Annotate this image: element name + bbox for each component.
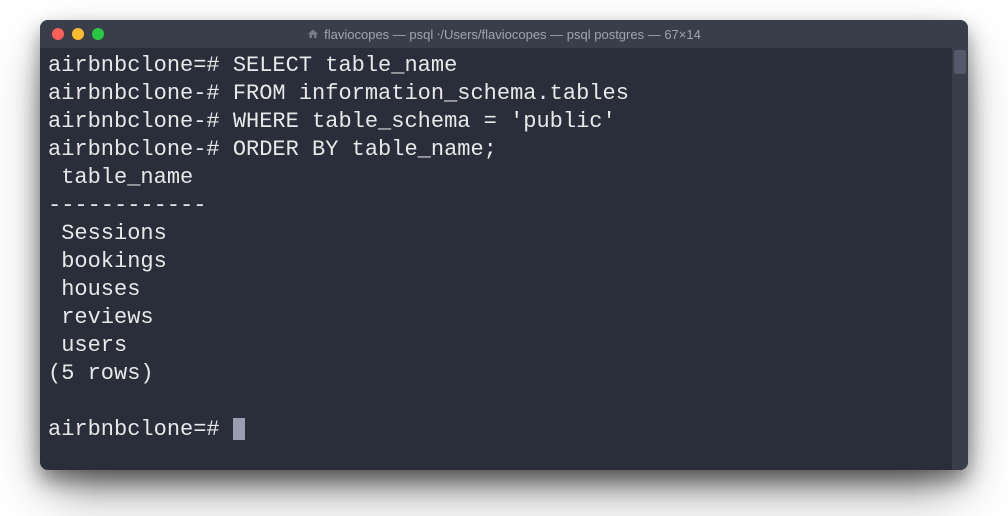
- terminal-line: airbnbclone-# ORDER BY table_name;: [48, 136, 960, 164]
- scrollbar-track[interactable]: [952, 48, 968, 470]
- maximize-button[interactable]: [92, 28, 104, 40]
- traffic-lights: [52, 28, 104, 40]
- titlebar[interactable]: flaviocopes — psql ⸱/Users/flaviocopes —…: [40, 20, 968, 48]
- terminal-line: table_name: [48, 164, 960, 192]
- terminal-line: Sessions: [48, 220, 960, 248]
- home-icon: [307, 28, 319, 40]
- terminal-line: airbnbclone=# SELECT table_name: [48, 52, 960, 80]
- terminal-output: airbnbclone=# SELECT table_nameairbnbclo…: [48, 52, 960, 444]
- cursor: [233, 418, 245, 440]
- terminal-line: airbnbclone-# FROM information_schema.ta…: [48, 80, 960, 108]
- terminal-line: reviews: [48, 304, 960, 332]
- terminal-line: airbnbclone=#: [48, 416, 960, 444]
- terminal-line: (5 rows): [48, 360, 960, 388]
- terminal-line: airbnbclone-# WHERE table_schema = 'publ…: [48, 108, 960, 136]
- window-title: flaviocopes — psql ⸱/Users/flaviocopes —…: [52, 25, 956, 43]
- terminal-line: [48, 388, 960, 416]
- terminal-line: bookings: [48, 248, 960, 276]
- window-title-text: flaviocopes — psql ⸱/Users/flaviocopes —…: [324, 25, 701, 43]
- terminal-line: houses: [48, 276, 960, 304]
- terminal-body[interactable]: airbnbclone=# SELECT table_nameairbnbclo…: [40, 48, 968, 470]
- terminal-window: flaviocopes — psql ⸱/Users/flaviocopes —…: [40, 20, 968, 470]
- terminal-line: ------------: [48, 192, 960, 220]
- minimize-button[interactable]: [72, 28, 84, 40]
- terminal-line: users: [48, 332, 960, 360]
- scrollbar-thumb[interactable]: [954, 50, 966, 74]
- close-button[interactable]: [52, 28, 64, 40]
